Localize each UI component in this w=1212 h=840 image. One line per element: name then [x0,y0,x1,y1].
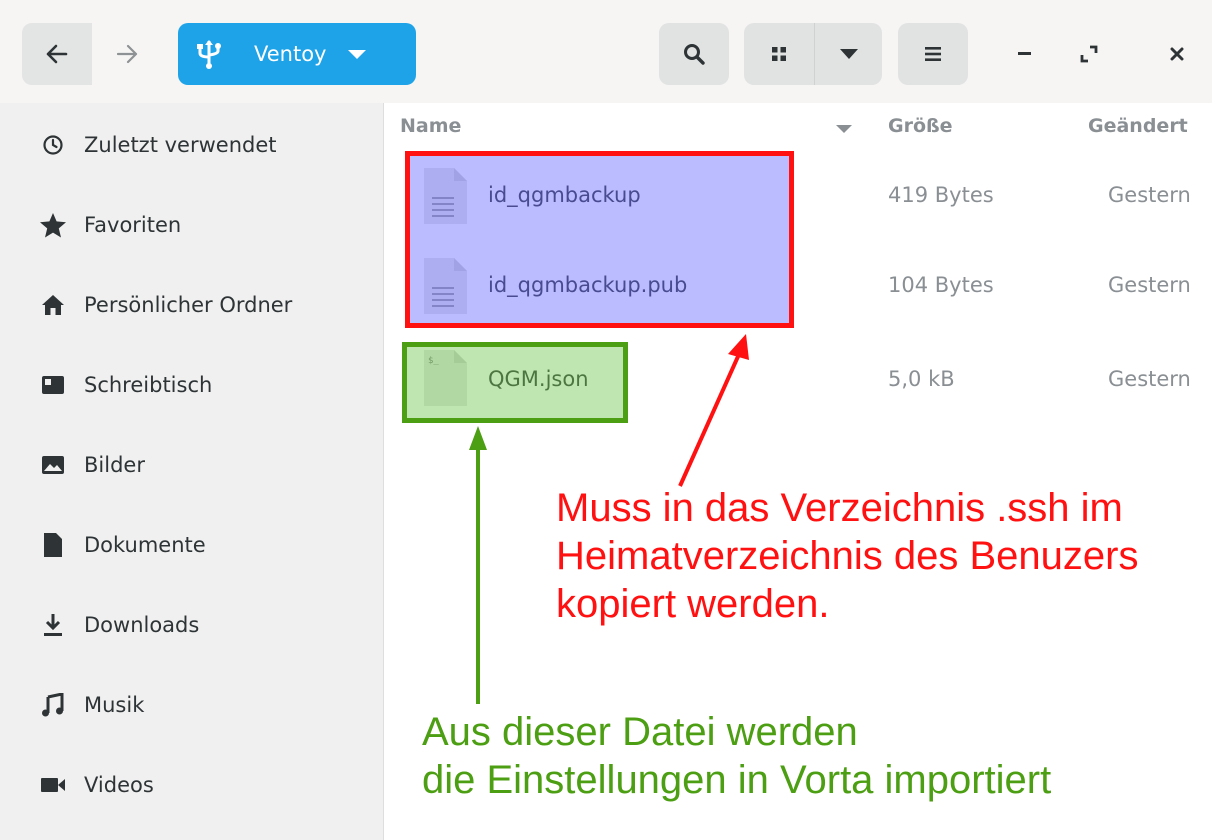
annotation-note-green: Aus dieser Datei werden die Einstellunge… [422,708,1202,804]
path-bar-button[interactable]: Ventoy [178,23,416,85]
maximize-button[interactable] [1064,23,1114,85]
annotation-note-red: Muss in das Verzeichnis .ssh im Heimatve… [556,484,1206,628]
sort-descending-icon [836,125,852,133]
search-icon [684,44,705,65]
close-button[interactable] [1152,23,1202,85]
maximize-icon [1080,45,1098,63]
sidebar-item-label: Dokumente [84,533,206,557]
home-icon [38,290,68,320]
path-label: Ventoy [254,42,327,66]
view-options-dropdown[interactable] [814,23,882,85]
minimize-icon [1018,52,1031,55]
file-modified: Gestern [1108,183,1191,207]
sidebar-item-videos[interactable]: Videos [0,745,383,825]
sidebar-item-downloads[interactable]: Downloads [0,585,383,665]
video-icon [38,770,68,800]
annotation-line: die Einstellungen in Vorta importiert [422,758,1052,802]
annotation-line: Heimatverzeichnis des Benuzers [556,534,1139,578]
sidebar-item-recent[interactable]: Zuletzt verwendet [0,105,383,185]
sidebar-item-label: Favoriten [84,213,182,237]
file-size: 104 Bytes [888,273,994,297]
file-size: 419 Bytes [888,183,994,207]
music-icon [38,690,68,720]
arrow-right-icon [116,44,138,64]
star-icon [38,210,68,240]
file-manager-window: Ventoy Zuletzt verwendet Favoriten Persö… [0,0,1212,840]
sidebar-item-label: Videos [84,773,154,797]
arrow-left-icon [46,44,68,64]
file-size: 5,0 kB [888,367,955,391]
main-menu-button[interactable] [898,23,968,85]
header-bar: Ventoy [0,0,1212,103]
annotation-line: Muss in das Verzeichnis .ssh im [556,486,1123,530]
highlight-box-json [402,342,628,423]
sidebar-item-label: Musik [84,693,145,717]
desktop-icon [38,370,68,400]
sidebar-item-home[interactable]: Persönlicher Ordner [0,265,383,345]
sidebar-item-desktop[interactable]: Schreibtisch [0,345,383,425]
grid-view-icon [772,47,786,61]
sidebar-item-label: Bilder [84,453,145,477]
clock-icon [38,130,68,160]
highlight-box-ssh-keys [405,151,794,328]
column-header-size[interactable]: Größe [888,115,953,137]
view-toggle-button[interactable] [744,23,814,85]
annotation-line: Aus dieser Datei werden [422,710,858,754]
download-icon [38,610,68,640]
column-header-modified[interactable]: Geändert [1088,115,1188,137]
sidebar: Zuletzt verwendet Favoriten Persönlicher… [0,103,384,840]
sidebar-item-documents[interactable]: Dokumente [0,505,383,585]
forward-button[interactable] [92,23,162,85]
sidebar-item-label: Zuletzt verwendet [84,133,277,157]
file-modified: Gestern [1108,273,1191,297]
back-button[interactable] [22,23,92,85]
file-modified: Gestern [1108,367,1191,391]
chevron-down-icon [348,49,367,59]
sidebar-item-pictures[interactable]: Bilder [0,425,383,505]
close-icon [1170,47,1184,61]
chevron-down-icon [839,49,858,59]
search-button[interactable] [659,23,729,85]
sidebar-item-music[interactable]: Musik [0,665,383,745]
sidebar-item-label: Downloads [84,613,200,637]
hamburger-menu-icon [925,47,941,61]
document-icon [38,530,68,560]
annotation-line: kopiert werden. [556,582,830,626]
minimize-button[interactable] [1000,23,1050,85]
usb-icon [196,39,222,69]
image-icon [38,450,68,480]
sidebar-item-label: Persönlicher Ordner [84,293,293,317]
sidebar-item-favorites[interactable]: Favoriten [0,185,383,265]
column-header-name[interactable]: Name [400,115,461,137]
sidebar-item-label: Schreibtisch [84,373,213,397]
